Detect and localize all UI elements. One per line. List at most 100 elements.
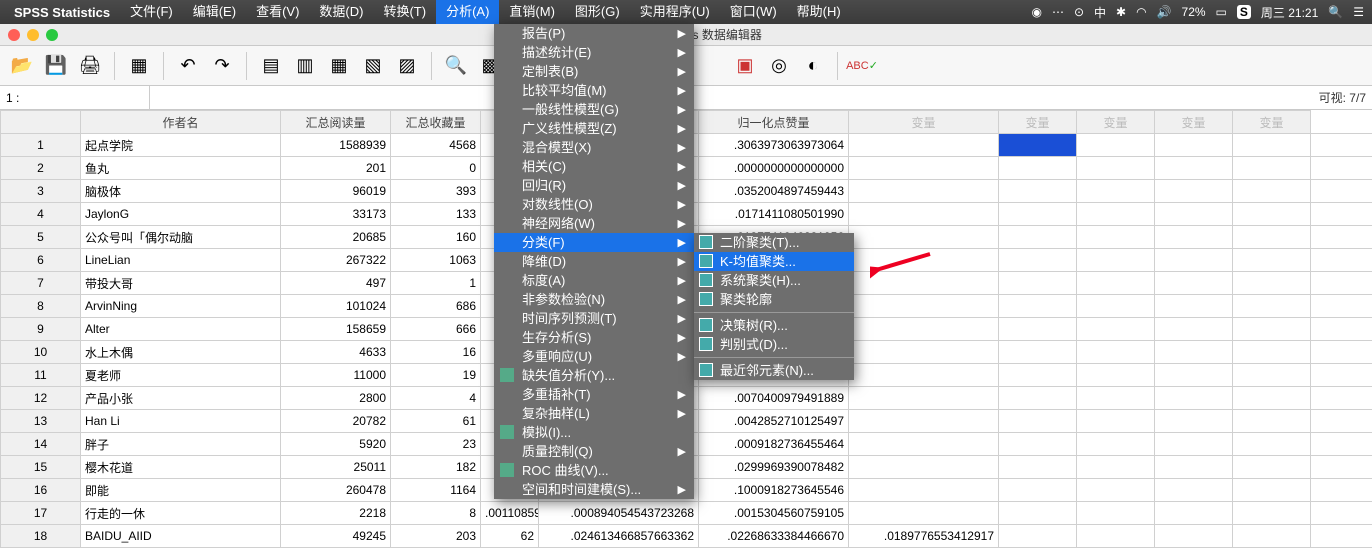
cell[interactable]: .0352004897459443 (699, 180, 849, 203)
tool-icon[interactable]: ▨ (393, 52, 421, 80)
maximize-icon[interactable] (46, 29, 58, 41)
cell[interactable] (1233, 203, 1311, 226)
cell[interactable] (1311, 364, 1372, 387)
cell[interactable]: .0000000000000000 (699, 157, 849, 180)
menu-item[interactable]: 降维(D)▶ (494, 252, 694, 271)
cell[interactable]: .3063973063973064 (699, 134, 849, 157)
cell[interactable]: 4 (391, 387, 481, 410)
cell[interactable]: 203 (391, 525, 481, 548)
menu-item[interactable]: 混合模型(X)▶ (494, 138, 694, 157)
cell[interactable] (999, 525, 1077, 548)
cell[interactable] (999, 272, 1077, 295)
cell[interactable]: 胖子 (81, 433, 281, 456)
cell[interactable]: 267322 (281, 249, 391, 272)
menu-帮助(H)[interactable]: 帮助(H) (787, 0, 851, 24)
row-header[interactable]: 2 (1, 157, 81, 180)
cell[interactable] (999, 249, 1077, 272)
menu-编辑(E)[interactable]: 编辑(E) (183, 0, 246, 24)
row-header[interactable]: 11 (1, 364, 81, 387)
cell[interactable] (1155, 456, 1233, 479)
cell[interactable] (1311, 410, 1372, 433)
menu-item[interactable]: 神经网络(W)▶ (494, 214, 694, 233)
cell[interactable] (1077, 502, 1155, 525)
cell[interactable]: 产品小张 (81, 387, 281, 410)
cell[interactable] (1233, 249, 1311, 272)
menu-item[interactable]: 相关(C)▶ (494, 157, 694, 176)
row-header[interactable]: 15 (1, 456, 81, 479)
print-icon[interactable]: 🖨 (76, 52, 104, 80)
menu-item[interactable]: 多重插补(T)▶ (494, 385, 694, 404)
cell[interactable] (1077, 157, 1155, 180)
undo-icon[interactable]: ↶ (174, 52, 202, 80)
menu-item[interactable]: 描述统计(E)▶ (494, 43, 694, 62)
cell[interactable] (999, 502, 1077, 525)
column-header[interactable]: 归一化点赞量 (699, 111, 849, 134)
cell[interactable]: 160 (391, 226, 481, 249)
menu-item[interactable]: 分类(F)▶ (494, 233, 694, 252)
save-icon[interactable]: 💾 (42, 52, 70, 80)
menu-转换(T)[interactable]: 转换(T) (373, 0, 436, 24)
cell[interactable]: .02268633384466670 (699, 525, 849, 548)
cell[interactable] (849, 341, 999, 364)
cell[interactable] (1311, 203, 1372, 226)
row-header[interactable]: 18 (1, 525, 81, 548)
cell[interactable]: 1588939 (281, 134, 391, 157)
cell[interactable]: 4633 (281, 341, 391, 364)
cell[interactable]: .0070400979491889 (699, 387, 849, 410)
cell[interactable]: 1164 (391, 479, 481, 502)
cell[interactable] (1155, 134, 1233, 157)
column-header[interactable]: 作者名 (81, 111, 281, 134)
cell[interactable]: BAIDU_AIID (81, 525, 281, 548)
find-icon[interactable]: 🔍 (442, 52, 470, 80)
redo-icon[interactable]: ↷ (208, 52, 236, 80)
menu-item[interactable]: 生存分析(S)▶ (494, 328, 694, 347)
tool-icon[interactable]: ▣ (731, 52, 759, 80)
search-icon[interactable]: 🔍 (1328, 5, 1343, 19)
cell[interactable] (1155, 410, 1233, 433)
cell[interactable]: 带投大哥 (81, 272, 281, 295)
cell[interactable]: JaylonG (81, 203, 281, 226)
cell[interactable] (999, 341, 1077, 364)
cell[interactable] (1311, 157, 1372, 180)
cell[interactable] (1077, 226, 1155, 249)
cell[interactable] (1311, 249, 1372, 272)
row-header[interactable]: 10 (1, 341, 81, 364)
cell[interactable]: 2800 (281, 387, 391, 410)
cell[interactable]: 脑极体 (81, 180, 281, 203)
menu-文件(F)[interactable]: 文件(F) (120, 0, 183, 24)
cell[interactable]: 樱木花道 (81, 456, 281, 479)
cell[interactable] (1233, 502, 1311, 525)
cell[interactable]: 96019 (281, 180, 391, 203)
menu-item[interactable]: 比较平均值(M)▶ (494, 81, 694, 100)
cell[interactable] (849, 226, 999, 249)
submenu-item[interactable]: K-均值聚类... (694, 252, 854, 271)
tool-icon[interactable]: ▧ (359, 52, 387, 80)
cell[interactable] (1311, 272, 1372, 295)
cell[interactable]: 20782 (281, 410, 391, 433)
submenu-item[interactable]: 系统聚类(H)... (694, 271, 854, 290)
cell[interactable]: 25011 (281, 456, 391, 479)
cell[interactable] (849, 387, 999, 410)
cell[interactable]: .0015304560759105 (699, 502, 849, 525)
menu-item[interactable]: 非参数检验(N)▶ (494, 290, 694, 309)
cell[interactable] (1155, 479, 1233, 502)
cell[interactable] (1311, 134, 1372, 157)
cell[interactable] (1311, 318, 1372, 341)
submenu-item[interactable]: 决策树(R)... (694, 316, 854, 335)
menu-直销(M)[interactable]: 直销(M) (499, 0, 565, 24)
menu-item[interactable]: 标度(A)▶ (494, 271, 694, 290)
cell[interactable] (1077, 249, 1155, 272)
cell[interactable]: ArvinNing (81, 295, 281, 318)
cell[interactable]: 19 (391, 364, 481, 387)
cell[interactable]: 201 (281, 157, 391, 180)
cell[interactable]: Alter (81, 318, 281, 341)
menu-item[interactable]: 缺失值分析(Y)... (494, 366, 694, 385)
cell[interactable] (849, 433, 999, 456)
cell[interactable] (1233, 341, 1311, 364)
cell[interactable] (1155, 157, 1233, 180)
cell[interactable] (1077, 341, 1155, 364)
row-header[interactable]: 3 (1, 180, 81, 203)
cell[interactable] (999, 410, 1077, 433)
menu-实用程序(U)[interactable]: 实用程序(U) (630, 0, 720, 24)
cell[interactable] (849, 180, 999, 203)
